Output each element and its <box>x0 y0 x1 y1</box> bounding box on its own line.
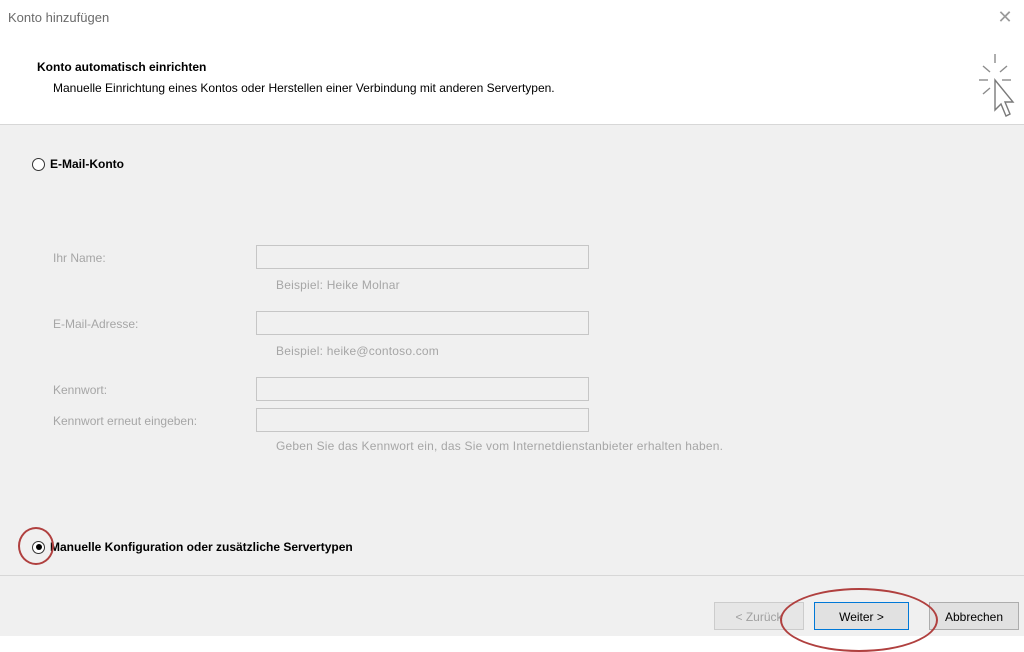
back-button[interactable]: < Zurück <box>714 602 804 630</box>
cancel-button[interactable]: Abbrechen <box>929 602 1019 630</box>
next-button[interactable]: Weiter > <box>814 602 909 630</box>
header-subtitle: Manuelle Einrichtung eines Kontos oder H… <box>53 81 555 95</box>
email-account-label: E-Mail-Konto <box>50 157 124 171</box>
wizard-header: Konto automatisch einrichten Manuelle Ei… <box>0 36 1024 125</box>
email-account-radio[interactable] <box>32 157 45 171</box>
password-hint: Geben Sie das Kennwort ein, das Sie vom … <box>276 439 724 453</box>
password-repeat-field[interactable] <box>256 408 589 432</box>
header-title: Konto automatisch einrichten <box>37 60 207 74</box>
password-label: Kennwort: <box>53 383 108 397</box>
name-field[interactable] <box>256 245 589 269</box>
email-account-option[interactable]: E-Mail-Konto <box>32 157 124 171</box>
wizard-footer: < Zurück Weiter > Abbrechen <box>0 576 1024 636</box>
name-hint: Beispiel: Heike Molnar <box>276 278 400 292</box>
name-label: Ihr Name: <box>53 251 106 265</box>
manual-config-radio[interactable] <box>32 540 45 554</box>
window-title: Konto hinzufügen <box>8 10 110 25</box>
email-hint: Beispiel: heike@contoso.com <box>276 344 439 358</box>
manual-config-label: Manuelle Konfiguration oder zusätzliche … <box>50 540 353 554</box>
title-bar: Konto hinzufügen ✕ <box>0 0 1024 36</box>
manual-config-option[interactable]: Manuelle Konfiguration oder zusätzliche … <box>32 540 353 554</box>
add-account-dialog: Konto hinzufügen ✕ Konto automatisch ein… <box>0 0 1024 652</box>
password-field[interactable] <box>256 377 589 401</box>
wizard-body: E-Mail-Konto Ihr Name: Beispiel: Heike M… <box>0 125 1024 576</box>
email-label: E-Mail-Adresse: <box>53 317 139 331</box>
close-icon[interactable]: ✕ <box>994 6 1016 28</box>
password-repeat-label: Kennwort erneut eingeben: <box>53 414 198 428</box>
wizard-cursor-icon <box>979 54 1015 117</box>
email-field[interactable] <box>256 311 589 335</box>
